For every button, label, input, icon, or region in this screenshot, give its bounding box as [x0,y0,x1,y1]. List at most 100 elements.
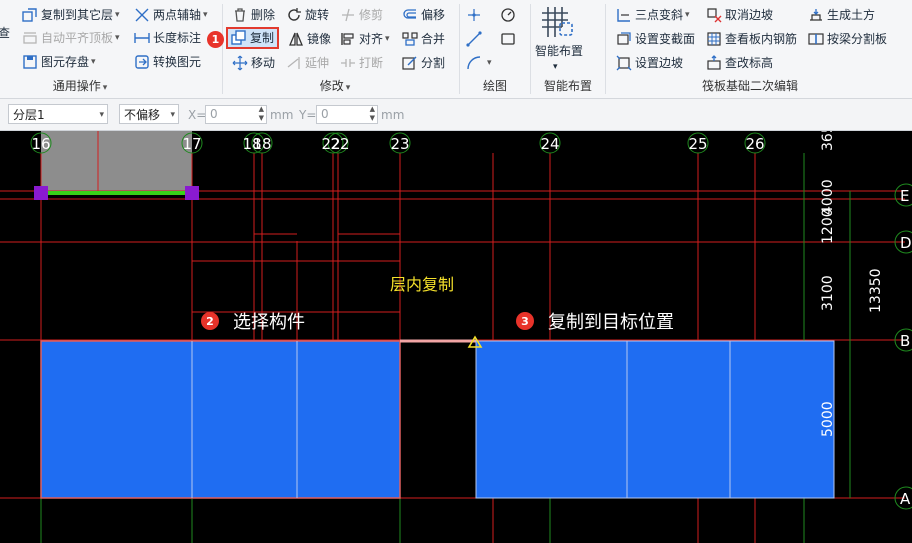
layer-select[interactable]: 分层1 ▾ [8,104,108,124]
line-icon [466,31,482,47]
target-slab[interactable] [475,340,835,499]
offset-button[interactable]: 偏移 [402,5,445,25]
divider [605,4,606,94]
divider [459,4,460,94]
copy-button[interactable]: 复制 [226,27,280,49]
grip-handle-left[interactable] [34,186,48,200]
point-icon [466,7,482,23]
align-icon [340,31,356,47]
set-edge-slope-button[interactable]: 设置边坡 [616,53,683,73]
extend-button[interactable]: 延伸 [286,53,329,73]
convert-element-button[interactable]: 转换图元 [134,52,201,72]
offset-mode-select[interactable]: 不偏移 ▾ [119,104,179,124]
cad-drawing[interactable]: 16 17 18 18 22 22 23 24 25 26 E D B A 36… [0,131,912,543]
stepper-icon[interactable]: ▲ ▼ [259,105,264,123]
rebar-icon [706,31,722,47]
break-icon [340,55,356,71]
change-elevation-button[interactable]: 查改标高 [706,53,773,73]
rectangle-icon [500,31,516,47]
generate-earthwork-button[interactable]: 生成土方 [808,5,875,25]
merge-icon [402,31,418,47]
two-point-axis-button[interactable]: 两点辅轴 [134,5,208,25]
three-point-slope-button[interactable]: 三点变斜 [616,5,690,25]
cancel-edge-slope-button[interactable]: 取消边坡 [706,5,773,25]
step2-label: 选择构件 [233,312,305,333]
set-variable-section-button[interactable]: 设置变截面 [616,29,695,49]
step3-label: 复制到目标位置 [548,312,674,333]
selected-column-block[interactable] [41,131,192,191]
dim-label: 1200 [820,208,836,244]
slope-icon [616,7,632,23]
draw-point-button[interactable] [466,5,485,25]
two-point-axis-icon [134,7,150,23]
axis-label: 25 [688,135,707,153]
axis-label: E [900,187,909,205]
auto-flush-top-button[interactable]: 自动平齐顶板 [22,28,120,48]
cancel-slope-icon [706,7,722,23]
convert-icon [134,54,150,70]
flush-top-icon [22,30,38,46]
source-slab[interactable] [40,340,401,499]
axis-label: B [900,332,910,350]
axis-label: 22 [330,135,349,153]
move-button[interactable]: 移动 [232,53,275,73]
group-draw-label: 绘图 [482,79,507,93]
earthwork-icon [808,7,824,23]
trim-button[interactable]: 修剪 [340,5,383,25]
property-toolbar: 分层1 ▾ 不偏移 ▾ X= 0 ▲ ▼ mm Y= 0 ▲ ▼ mm [0,99,912,131]
copy-to-other-floor-button[interactable]: 复制到其它层 [22,5,120,25]
chevron-down-icon[interactable]: ▾ [553,57,558,77]
x-unit: mm [270,108,294,122]
y-label: Y= [299,108,317,122]
axis-label: D [900,234,912,252]
ribbon: 查 复制到其它层 自动平齐顶板 图元存盘 两点辅轴 长度标注 转换图元 通用操作… [0,0,912,99]
mirror-button[interactable]: 镜像 [288,29,331,49]
x-input[interactable]: 0 ▲ ▼ [205,105,267,124]
axis-label: 26 [745,135,764,153]
save-icon [22,54,38,70]
stepper-icon[interactable]: ▲ ▼ [370,105,375,123]
drawing-canvas[interactable]: 16 17 18 18 22 22 23 24 25 26 E D B A 36… [0,131,912,543]
clock-icon [500,7,516,23]
smart-layout-button[interactable]: 智能布置 [535,41,583,61]
copy-floor-icon [22,7,38,23]
left-cut-label: 查 [0,26,11,40]
split-slab-icon [808,31,824,47]
chevron-down-icon: ▾ [99,110,104,120]
dim-label: 5000 [820,401,836,437]
group-smart-label: 智能布置 [543,79,592,93]
view-rebar-button[interactable]: 查看板内钢筋 [706,29,797,49]
dimension-icon [134,30,150,46]
y-input[interactable]: 0 ▲ ▼ [316,105,378,124]
x-label: X= [188,108,207,122]
axis-label: A [900,490,911,508]
merge-button[interactable]: 合并 [402,29,445,49]
grip-handle-right[interactable] [185,186,199,200]
y-unit: mm [381,108,405,122]
group-modify-label[interactable]: 修改 [300,78,370,94]
axis-label: 16 [31,135,50,153]
delete-button[interactable]: 删除 [232,5,275,25]
break-button[interactable]: 打断 [340,53,383,73]
edge-slope-icon [616,55,632,71]
inner-copy-annotation: 层内复制 [390,275,454,294]
smart-layout-icon[interactable] [538,3,584,43]
align-button[interactable]: 对齐 [340,29,390,49]
draw-line-button[interactable] [466,29,485,49]
split-button[interactable]: 分割 [402,53,445,73]
rotate-button[interactable]: 旋转 [286,5,329,25]
arc-icon [466,55,482,71]
dim-label: 3650 [820,131,836,151]
draw-rect-button[interactable] [500,29,519,49]
group-general-label[interactable]: 通用操作 [40,78,120,94]
split-by-beam-button[interactable]: 按梁分割板 [808,29,887,49]
draw-arc-button[interactable] [466,53,492,73]
length-dimension-button[interactable]: 长度标注 [134,28,201,48]
step-badge-2-number: 2 [206,315,214,328]
save-element-button[interactable]: 图元存盘 [22,52,96,72]
draw-rotate-point-button[interactable] [500,5,519,25]
move-icon [232,55,248,71]
trim-icon [340,7,356,23]
divider [222,4,223,94]
axis-labels-right: E D B A [900,187,912,508]
